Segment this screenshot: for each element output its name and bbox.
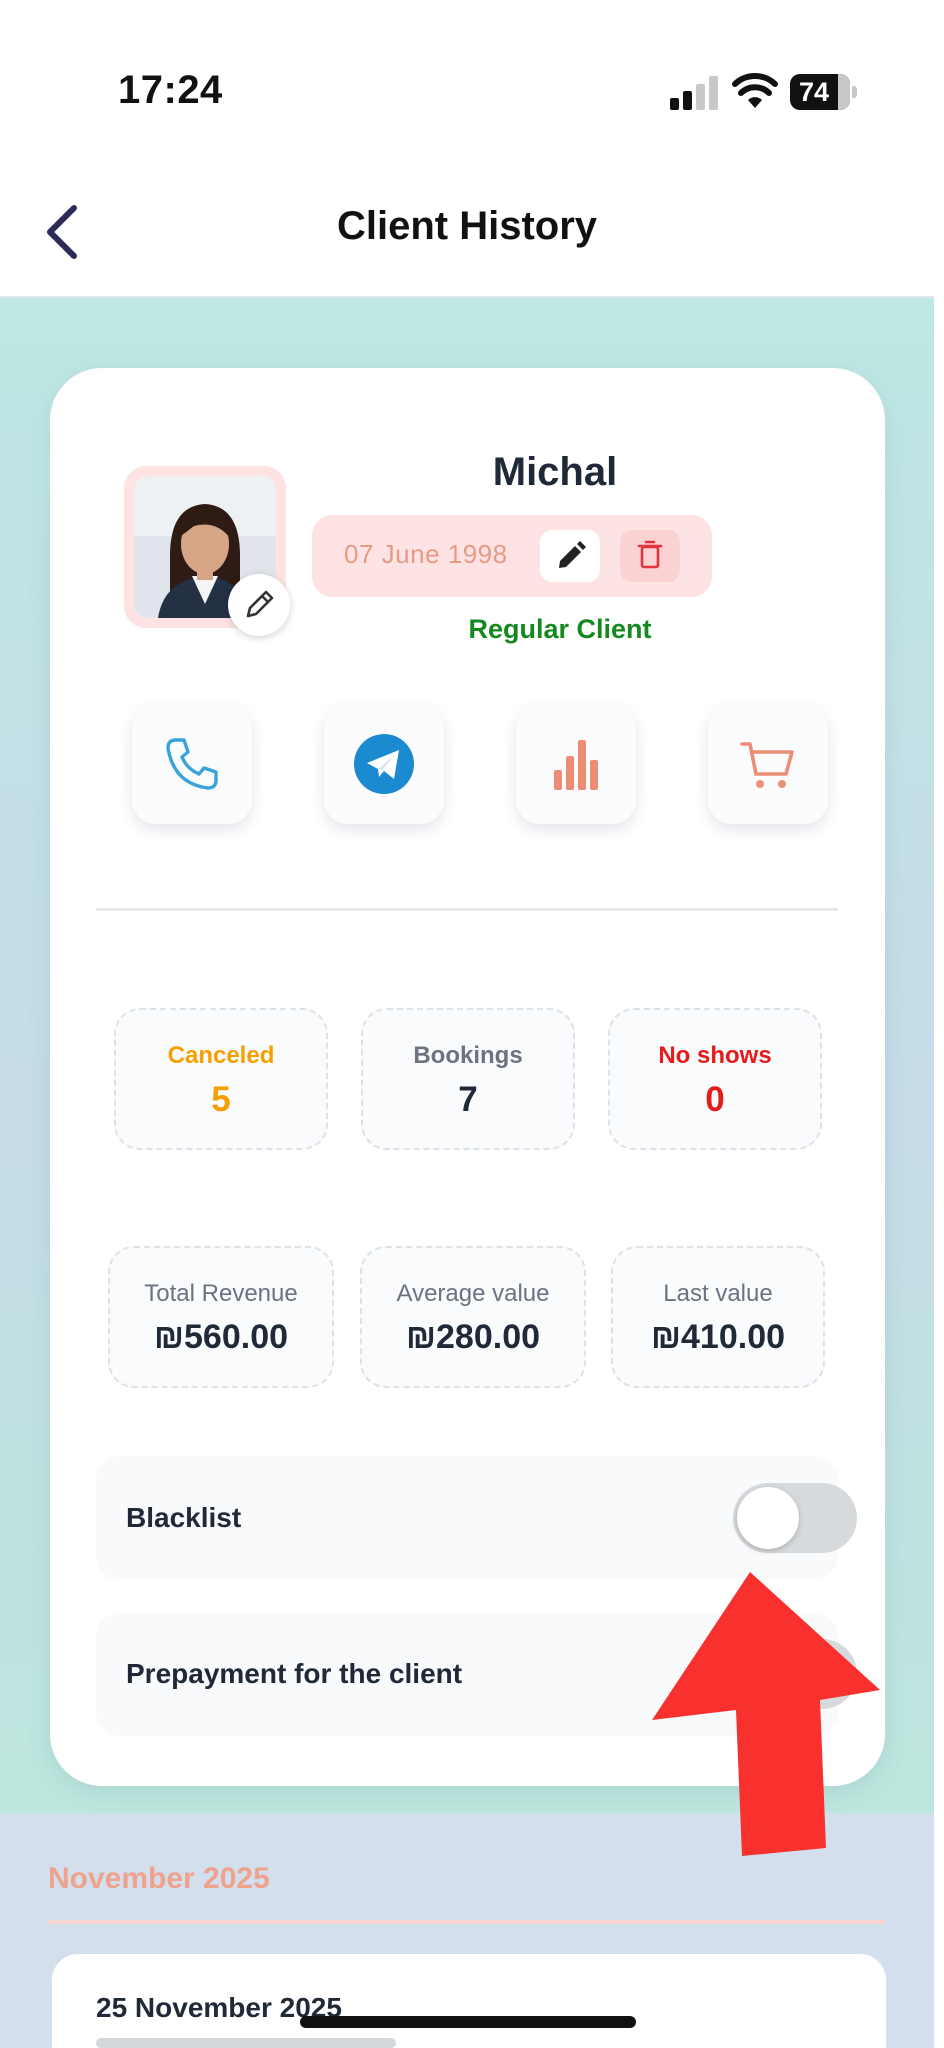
stat-total-revenue: Total Revenue ₪560.00 [108,1246,334,1388]
birth-date-text: 07 June 1998 [344,539,508,569]
cellular-signal-icon [670,76,718,110]
stat-no-shows-value: 0 [705,1080,725,1119]
stat-canceled: Canceled 5 [114,1008,328,1150]
red-arrow-annotation [652,1572,880,1856]
toggle-knob [737,1487,799,1549]
edit-photo-button[interactable] [228,574,290,636]
stat-last-value-value: ₪410.00 [650,1318,786,1356]
month-heading: November 2025 [48,1862,270,1895]
booking-card[interactable]: 25 November 2025 [52,1954,886,2048]
blacklist-row: Blacklist [96,1456,857,1580]
status-time: 17:24 [118,68,223,112]
stat-no-shows-label: No shows [658,1042,772,1069]
telegram-icon [354,734,414,794]
blacklist-toggle[interactable] [733,1483,857,1553]
cart-icon [740,742,794,788]
trash-icon [637,540,663,569]
stat-last-value-label: Last value [663,1280,773,1307]
stat-bookings-value: 7 [458,1080,478,1119]
stat-canceled-label: Canceled [167,1042,275,1069]
battery-level: 74 [798,77,830,107]
stat-average-value: Average value ₪280.00 [360,1246,586,1388]
pencil-icon [559,541,586,568]
booking-details-placeholder [96,2038,396,2048]
stat-average-value-value: ₪280.00 [405,1318,541,1356]
pencil-icon [246,590,274,618]
month-divider [48,1920,886,1924]
stat-canceled-value: 5 [211,1080,231,1119]
prepayment-label: Prepayment for the client [126,1658,463,1689]
home-indicator [300,2016,636,2028]
stat-total-revenue-label: Total Revenue [144,1280,298,1307]
page-title: Client History [336,204,598,248]
status-bar: 17:24 74 [0,0,944,150]
stat-bookings-label: Bookings [413,1042,523,1069]
client-status-label: Regular Client [468,614,652,644]
wifi-icon [732,73,778,108]
stat-no-shows: No shows 0 [608,1008,822,1150]
battery-icon: 74 [790,74,850,110]
stat-last-value: Last value ₪410.00 [611,1246,825,1388]
call-button[interactable] [132,704,252,824]
battery-indicator: 74 [790,74,858,110]
stat-total-revenue-value: ₪560.00 [153,1318,289,1356]
statistics-button[interactable] [516,704,636,824]
blacklist-label: Blacklist [126,1502,242,1533]
cart-button[interactable] [708,704,828,824]
app-header: Client History [0,150,934,298]
divider [96,908,838,911]
delete-birth-date-button[interactable] [620,530,680,582]
stat-bookings: Bookings 7 [361,1008,575,1150]
telegram-button[interactable] [324,704,444,824]
stat-average-value-label: Average value [396,1280,550,1307]
edit-birth-date-button[interactable] [540,530,600,582]
phone-icon [166,738,218,790]
bar-chart-icon [554,740,598,790]
birth-date-pill: 07 June 1998 [312,515,712,597]
client-name: Michal [492,450,618,494]
